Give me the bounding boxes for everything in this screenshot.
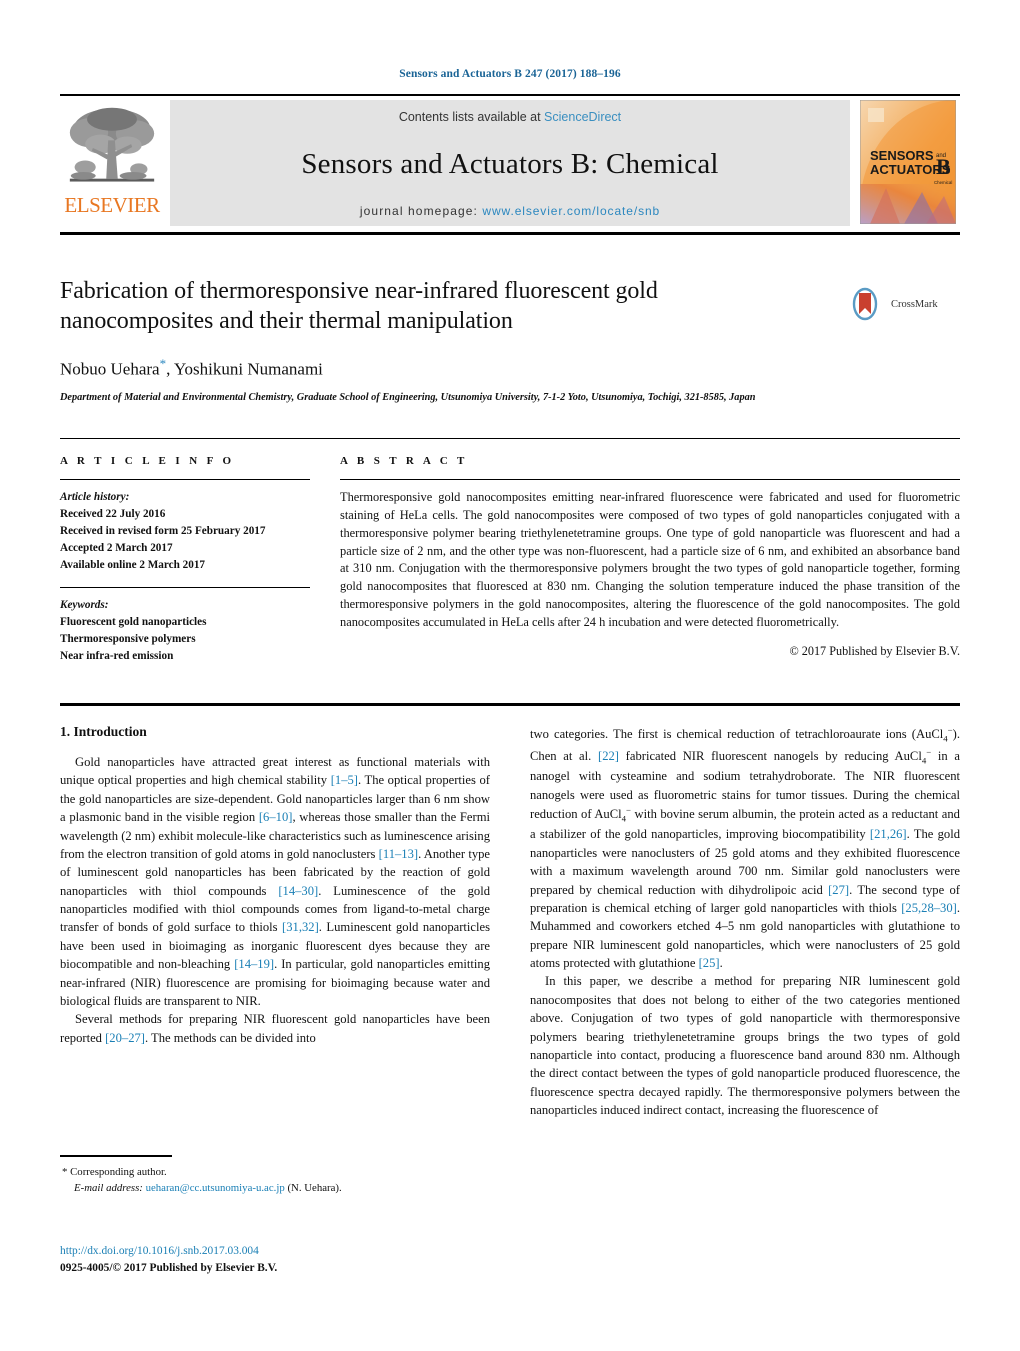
article-history-group: Article history: Received 22 July 2016 R… [60,489,310,574]
footnote-block: * Corresponding author. E-mail address: … [60,1155,490,1196]
article-info-divider [60,479,310,480]
history-item: Available online 2 March 2017 [60,559,206,572]
body-columns: 1. Introduction Gold nanoparticles have … [60,724,960,1119]
journal-banner: Contents lists available at ScienceDirec… [170,100,850,226]
body-column-right: two categories. The first is chemical re… [530,724,960,1119]
keyword-item: Fluorescent gold nanoparticles [60,616,207,629]
paper-page: Sensors and Actuators B 247 (2017) 188–1… [0,0,1020,1351]
abstract-divider [340,479,960,480]
abstract-bottom-rule [60,703,960,706]
intro-paragraph-2: Several methods for preparing NIR fluore… [60,1010,490,1047]
citation-ref[interactable]: [22] [598,749,619,763]
crossmark-badge[interactable]: CrossMark [852,287,960,321]
svg-text:B: B [936,154,951,179]
citation-ref[interactable]: [20–27] [105,1031,145,1045]
abstract-heading: A B S T R A C T [340,455,468,467]
journal-cover-block: SENSORS and ACTUATORS B Chemical [856,100,960,226]
svg-text:SENSORS: SENSORS [870,148,934,163]
citation-ref[interactable]: [14–30] [278,884,318,898]
section-heading-introduction: 1. Introduction [60,724,147,739]
text-run: . The methods can be divided into [144,1030,316,1045]
footnote-rule [60,1155,172,1157]
journal-title: Sensors and Actuators B: Chemical [301,148,719,180]
elsevier-wordmark: ELSEVIER [64,193,160,217]
author-list: Nobuo Uehara*, Yoshikuni Numanami [60,356,960,380]
info-abstract-row: A R T I C L E I N F O Article history: R… [60,455,960,665]
email-note: E-mail address: ueharan@cc.utsunomiya-u.… [60,1180,490,1196]
elsevier-logo-block: ELSEVIER [60,100,164,226]
article-info-heading: A R T I C L E I N F O [60,455,235,467]
citation-ref[interactable]: [27] [828,883,849,897]
email-suffix: (N. Uehara). [287,1181,342,1194]
crossmark-icon [852,287,878,321]
info-top-rule [60,438,960,439]
contents-available-line: Contents lists available at ScienceDirec… [399,110,621,124]
doi-footer: http://dx.doi.org/10.1016/j.snb.2017.03.… [60,1243,560,1277]
subscript: 4 [943,733,948,744]
citation-ref[interactable]: [1–5] [331,773,358,787]
keyword-item: Thermoresponsive polymers [60,633,196,646]
keywords-group: Keywords: Fluorescent gold nanoparticles… [60,597,310,665]
crossmark-label: CrossMark [891,298,938,310]
elsevier-tree-icon [69,107,155,182]
affiliation: Department of Material and Environmental… [60,392,756,404]
email-link[interactable]: ueharan@cc.utsunomiya-u.ac.jp [146,1182,285,1194]
citation-ref[interactable]: [6–10] [259,810,293,824]
citation-ref[interactable]: [25,28–30] [901,901,957,915]
text-run: fabricated NIR fluorescent nanogels by r… [618,748,922,763]
issn-copyright: 0925-4005/© 2017 Published by Elsevier B… [60,1262,278,1275]
abstract-column: A B S T R A C T Thermoresponsive gold na… [340,455,960,665]
journal-homepage-line: journal homepage: www.elsevier.com/locat… [360,204,660,218]
citation-ref[interactable]: [21,26] [870,827,907,841]
doi-link[interactable]: http://dx.doi.org/10.1016/j.snb.2017.03.… [60,1243,560,1260]
history-item: Received in revised form 25 February 201… [60,525,266,538]
journal-cover-image: SENSORS and ACTUATORS B Chemical [860,100,956,224]
citation-ref[interactable]: [25] [699,956,720,970]
citation-ref[interactable]: [14–19] [234,957,274,971]
corresponding-text: Corresponding author. [70,1165,167,1178]
author-primary: Nobuo Uehara [60,359,160,379]
keywords-label: Keywords: [60,599,109,612]
citation-ref[interactable]: [11–13] [379,847,418,861]
sciencedirect-link[interactable]: ScienceDirect [544,110,621,124]
intro-paragraph-1: Gold nanoparticles have attracted great … [60,753,490,1010]
author-secondary: , Yoshikuni Numanami [166,359,323,379]
keywords-divider [60,587,310,589]
svg-text:Chemical: Chemical [934,180,952,185]
page-title: Fabrication of thermoresponsive near-inf… [60,278,658,334]
text-run: . [719,956,723,971]
abstract-text: Thermoresponsive gold nanocomposites emi… [340,490,960,630]
text-run: two categories. The first is chemical re… [530,727,944,742]
intro-paragraph-3: In this paper, we describe a method for … [530,974,960,1118]
abstract-copyright: © 2017 Published by Elsevier B.V. [789,643,960,658]
history-item: Received 22 July 2016 [60,508,166,521]
corresponding-marker: * [62,1165,68,1178]
corresponding-author-note: * Corresponding author. [60,1164,490,1180]
title-block: Fabrication of thermoresponsive near-inf… [60,277,960,406]
journal-masthead: ELSEVIER Contents lists available at Sci… [60,94,960,226]
subscript: 4 [621,813,627,824]
article-history-label: Article history: [60,491,130,503]
running-head: Sensors and Actuators B 247 (2017) 188–1… [399,68,621,80]
citation-ref[interactable]: [31,32] [282,920,319,934]
article-info-column: A R T I C L E I N F O Article history: R… [60,455,310,665]
homepage-prefix: journal homepage: [359,204,483,218]
body-column-left: 1. Introduction Gold nanoparticles have … [60,724,490,1119]
keyword-item: Near infra-red emission [60,650,174,663]
history-item: Accepted 2 March 2017 [60,542,173,555]
email-label: E-mail address: [74,1181,143,1194]
journal-homepage-link[interactable]: www.elsevier.com/locate/snb [482,204,660,218]
intro-paragraph-2-continued: two categories. The first is chemical re… [530,724,960,972]
masthead-bottom-rule [60,232,960,235]
contents-prefix: Contents lists available at [398,110,545,124]
